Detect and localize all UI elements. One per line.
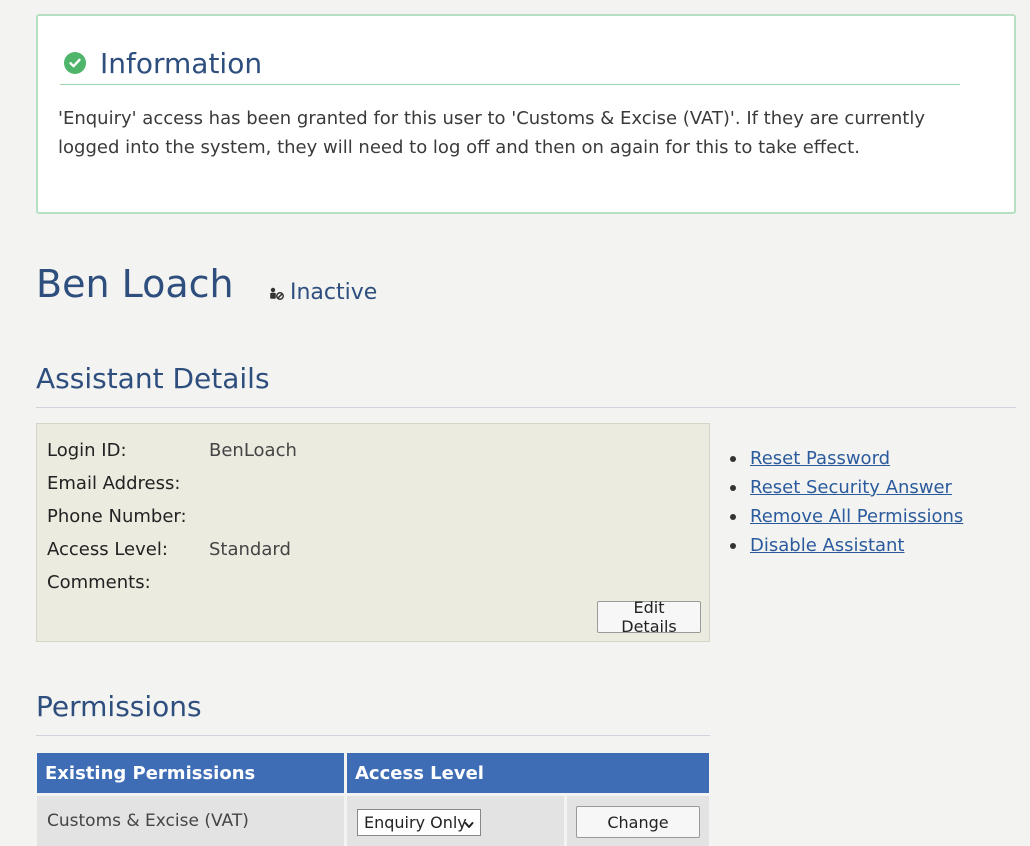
list-item: Disable Assistant [730,531,963,560]
permission-name-cell: Customs & Excise (VAT) [37,796,344,846]
status-label: Inactive [290,280,378,305]
assistant-details-panel: Login ID: BenLoach Email Address: Phone … [36,423,710,642]
information-title: Information [100,46,263,80]
access-level-select[interactable]: Enquiry Only [357,809,481,836]
list-item: Reset Security Answer [730,473,963,502]
detail-label: Login ID: [47,440,127,461]
detail-label: Comments: [47,572,151,593]
column-header-access-level: Access Level [347,753,709,793]
assistant-actions-list: Reset Password Reset Security Answer Rem… [730,444,963,560]
list-item: Remove All Permissions [730,502,963,531]
information-message: 'Enquiry' access has been granted for th… [58,108,926,158]
information-header: Information [60,42,960,85]
edit-details-button[interactable]: Edit Details [597,598,701,636]
reset-security-answer-link[interactable]: Reset Security Answer [750,477,952,498]
change-button[interactable]: Change [576,806,700,838]
list-item: Reset Password [730,444,963,473]
bullet-icon [730,455,736,462]
detail-value: BenLoach [209,440,297,461]
bullet-icon [730,484,736,491]
user-name: Ben Loach [36,262,234,306]
bullet-icon [730,542,736,549]
check-circle-icon [64,52,86,74]
section-divider [36,735,710,736]
remove-all-permissions-link[interactable]: Remove All Permissions [750,506,963,527]
detail-label: Access Level: [47,539,168,560]
user-status: Inactive [268,280,377,305]
detail-label: Phone Number: [47,506,187,527]
column-header-existing-permissions: Existing Permissions [37,753,344,793]
assistant-details-title: Assistant Details [36,362,270,395]
access-level-select-value: Enquiry Only [364,813,467,832]
detail-value: Standard [209,539,291,560]
inactive-user-icon [268,284,286,302]
section-divider [36,407,1016,408]
permissions-title: Permissions [36,690,202,723]
chevron-down-icon [464,816,474,835]
disable-assistant-link[interactable]: Disable Assistant [750,535,905,556]
detail-label: Email Address: [47,473,181,494]
reset-password-link[interactable]: Reset Password [750,448,890,469]
bullet-icon [730,513,736,520]
